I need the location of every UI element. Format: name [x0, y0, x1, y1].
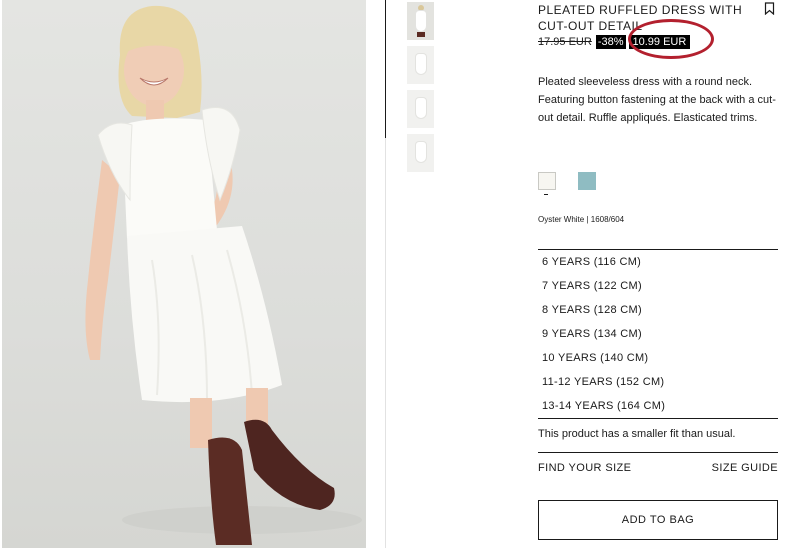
- add-to-bag-button[interactable]: ADD TO BAG: [538, 500, 778, 540]
- bookmark-icon[interactable]: [764, 2, 775, 16]
- sale-price: 10.99 EUR: [628, 34, 691, 49]
- size-list: 6 YEARS (116 CM) 7 YEARS (122 CM) 8 YEAR…: [538, 249, 778, 419]
- size-option[interactable]: 9 YEARS (134 CM): [538, 322, 778, 346]
- old-price: 17.95 EUR: [538, 35, 592, 48]
- size-option[interactable]: 10 YEARS (140 CM): [538, 346, 778, 370]
- discount-badge: -38%: [595, 34, 626, 49]
- thumbnail-4[interactable]: [407, 134, 434, 172]
- divider: [538, 452, 778, 453]
- product-description: Pleated sleeveless dress with a round ne…: [538, 76, 776, 124]
- size-option[interactable]: 7 YEARS (122 CM): [538, 274, 778, 298]
- size-option[interactable]: 11-12 YEARS (152 CM): [538, 370, 778, 394]
- thumbnail-2[interactable]: [407, 46, 434, 84]
- thumbnail-dress: [416, 98, 426, 118]
- column-divider: [385, 138, 386, 548]
- thumbnail-dress: [416, 54, 426, 74]
- thumbnail-1[interactable]: [407, 2, 434, 40]
- color-swatch-blue[interactable]: [578, 172, 596, 190]
- scroll-indicator: [385, 0, 386, 138]
- find-your-size-link[interactable]: FIND YOUR SIZE: [538, 462, 631, 474]
- color-swatch-oyster-white[interactable]: [538, 172, 556, 190]
- thumbnail-boots: [417, 32, 425, 37]
- price-row: 17.95 EUR -38% 10.99 EUR: [538, 34, 691, 49]
- color-swatches: [538, 172, 618, 190]
- size-option[interactable]: 13-14 YEARS (164 CM): [538, 394, 778, 418]
- size-option[interactable]: 6 YEARS (116 CM): [538, 250, 778, 274]
- size-option[interactable]: 8 YEARS (128 CM): [538, 298, 778, 322]
- product-main-image[interactable]: [2, 0, 366, 548]
- thumbnail-figure: [416, 11, 426, 31]
- product-title: PLEATED RUFFLED DRESS WITH CUT-OUT DETAI…: [538, 3, 743, 33]
- thumbnail-list: [407, 2, 434, 178]
- selected-swatch-marker: [544, 194, 548, 195]
- fit-note: This product has a smaller fit than usua…: [538, 428, 736, 440]
- thumbnail-dress: [416, 142, 426, 162]
- color-label: Oyster White | 1608/604: [538, 215, 625, 224]
- thumbnail-3[interactable]: [407, 90, 434, 128]
- size-guide-link[interactable]: SIZE GUIDE: [712, 462, 778, 474]
